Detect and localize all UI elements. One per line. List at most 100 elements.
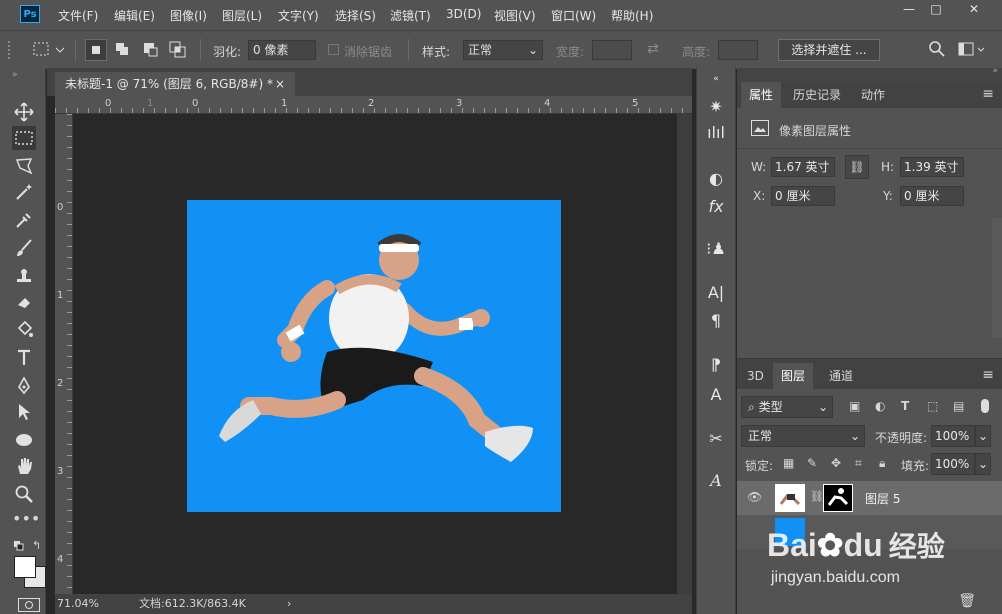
document-canvas[interactable]	[187, 200, 561, 512]
adjustments-icon[interactable]: ◐	[705, 168, 727, 190]
panel-menu-icon[interactable]: ≡	[982, 86, 994, 102]
height-input[interactable]	[718, 40, 758, 60]
path-selection-tool[interactable]	[12, 400, 36, 424]
tab-channels[interactable]: 通道	[821, 363, 861, 389]
more-tools-icon[interactable]: •••	[12, 510, 40, 534]
antialias-checkbox[interactable]	[328, 44, 339, 55]
layers-menu-icon[interactable]: ≡	[982, 367, 994, 383]
add-selection-button[interactable]	[112, 39, 134, 61]
layer-name[interactable]: 图层 5	[865, 490, 900, 507]
menu-type[interactable]: 文字(Y)	[278, 7, 319, 24]
hand-tool[interactable]	[12, 454, 36, 478]
filter-toggle-icon[interactable]	[981, 399, 989, 413]
character-icon[interactable]: A|	[705, 282, 727, 304]
panel-collapse-icon[interactable]: »	[992, 66, 998, 76]
default-colors-icon[interactable]	[14, 540, 24, 551]
height-field[interactable]: 1.39 英寸	[900, 157, 964, 177]
close-button[interactable]: ✕	[960, 0, 988, 18]
tab-close-icon[interactable]: ×	[275, 72, 285, 96]
layer-filter-select[interactable]: ⌕ 类型 ⌄	[741, 396, 833, 418]
marquee-preset-picker[interactable]	[30, 39, 66, 61]
mask-link-icon[interactable]: ⛓	[810, 490, 824, 503]
minimize-button[interactable]: —	[895, 0, 923, 18]
menu-help[interactable]: 帮助(H)	[611, 7, 653, 24]
tab-layers[interactable]: 图层	[773, 363, 814, 389]
navigator-icon[interactable]: ✷	[705, 96, 727, 118]
foreground-color-swatch[interactable]	[14, 556, 36, 578]
ruler-horizontal[interactable]: 0 1 0 1 2 3 4 5	[55, 96, 692, 114]
lock-position-icon[interactable]: ✥	[831, 456, 841, 470]
new-selection-button[interactable]	[85, 39, 107, 61]
menu-select[interactable]: 选择(S)	[335, 7, 376, 24]
eye-visibility-icon[interactable]: 👁︎	[747, 490, 762, 504]
x-field[interactable]: 0 厘米	[771, 186, 835, 206]
fill-input[interactable]: 100%	[931, 453, 975, 475]
menu-view[interactable]: 视图(V)	[494, 7, 536, 24]
clone-source-icon[interactable]: ⁝♟	[705, 238, 727, 260]
styles-fx-icon[interactable]: fx	[705, 196, 727, 218]
zoom-tool[interactable]	[12, 482, 36, 506]
subtract-selection-button[interactable]	[140, 39, 162, 61]
menu-file[interactable]: 文件(F)	[58, 7, 98, 24]
select-and-mask-button[interactable]: 选择并遮住 ...	[778, 39, 880, 61]
lock-all-icon[interactable]: 🔒︎	[879, 456, 885, 471]
toolbar-collapse-icon[interactable]: »	[12, 70, 18, 80]
quick-mask-icon[interactable]	[18, 598, 40, 612]
filter-adjustment-icon[interactable]: ◐	[875, 399, 885, 413]
lock-transparency-icon[interactable]: ▦	[783, 456, 794, 470]
eraser-tool[interactable]	[12, 290, 36, 314]
menu-3d[interactable]: 3D(D)	[446, 7, 481, 21]
tab-properties[interactable]: 属性	[741, 82, 782, 108]
zoom-level[interactable]: 71.04%	[57, 594, 99, 614]
ruler-vertical[interactable]: 0 1 2 3 4	[55, 114, 73, 594]
restore-button[interactable]: □	[922, 0, 950, 18]
histogram-icon[interactable]: ılıl	[705, 122, 727, 144]
filter-pixel-icon[interactable]: ▣	[849, 399, 860, 413]
menu-edit[interactable]: 编辑(E)	[114, 7, 155, 24]
magic-wand-tool[interactable]	[12, 180, 36, 204]
paragraph-styles-icon[interactable]: ⁋	[705, 354, 727, 376]
blend-mode-select[interactable]: 正常 ⌄	[741, 425, 865, 447]
swap-colors-icon[interactable]: ↰	[32, 539, 41, 552]
link-dimensions-icon[interactable]: ⛓	[845, 155, 869, 179]
pen-tool[interactable]	[12, 374, 36, 398]
tool-presets-icon[interactable]: ✂	[705, 428, 727, 450]
workspace-switcher[interactable]	[958, 40, 988, 58]
properties-scrollbar[interactable]	[992, 218, 1002, 338]
opacity-dropdown[interactable]: ⌄	[975, 425, 991, 447]
layer-mask-thumbnail[interactable]	[823, 484, 853, 512]
lasso-tool[interactable]	[12, 154, 36, 178]
y-field[interactable]: 0 厘米	[900, 186, 964, 206]
menu-window[interactable]: 窗口(W)	[551, 7, 596, 24]
filter-shape-icon[interactable]: ⬚	[927, 399, 938, 413]
vertical-scrollbar[interactable]	[677, 114, 692, 594]
intersect-selection-button[interactable]	[167, 39, 189, 61]
document-tab[interactable]: 未标题-1 @ 71% (图层 6, RGB/8#) * ×	[55, 72, 295, 96]
strip-expand-icon[interactable]: «	[705, 68, 727, 90]
swap-dimensions-icon[interactable]: ⇄	[647, 41, 659, 57]
filter-type-icon[interactable]: T	[901, 399, 909, 413]
tab-3d[interactable]: 3D	[739, 363, 772, 389]
menu-filter[interactable]: 滤镜(T)	[390, 7, 431, 24]
tab-history[interactable]: 历史记录	[785, 82, 849, 108]
delete-layer-icon[interactable]: 🗑︎	[958, 593, 976, 609]
opacity-input[interactable]: 100%	[931, 425, 975, 447]
width-input[interactable]	[592, 40, 632, 60]
rectangular-marquee-tool[interactable]	[12, 126, 36, 150]
paragraph-icon[interactable]: ¶	[705, 310, 727, 332]
style-select[interactable]: 正常 ⌄	[463, 40, 543, 60]
eyedropper-tool[interactable]	[12, 208, 36, 232]
filter-smart-object-icon[interactable]: ▤	[953, 399, 964, 413]
character-styles-icon[interactable]: A	[705, 384, 727, 406]
glyphs-icon[interactable]: A	[705, 470, 727, 492]
feather-input[interactable]: 0 像素	[248, 40, 316, 60]
ellipse-tool[interactable]	[12, 428, 36, 452]
lock-pixels-icon[interactable]: ✎	[807, 456, 817, 470]
lock-artboard-icon[interactable]: ⌗	[855, 456, 862, 471]
search-icon[interactable]	[928, 40, 946, 58]
bucket-tool[interactable]	[12, 318, 36, 342]
width-field[interactable]: 1.67 英寸	[771, 157, 835, 177]
stamp-tool[interactable]	[12, 264, 36, 288]
fill-dropdown[interactable]: ⌄	[975, 453, 991, 475]
type-tool[interactable]	[12, 346, 36, 370]
